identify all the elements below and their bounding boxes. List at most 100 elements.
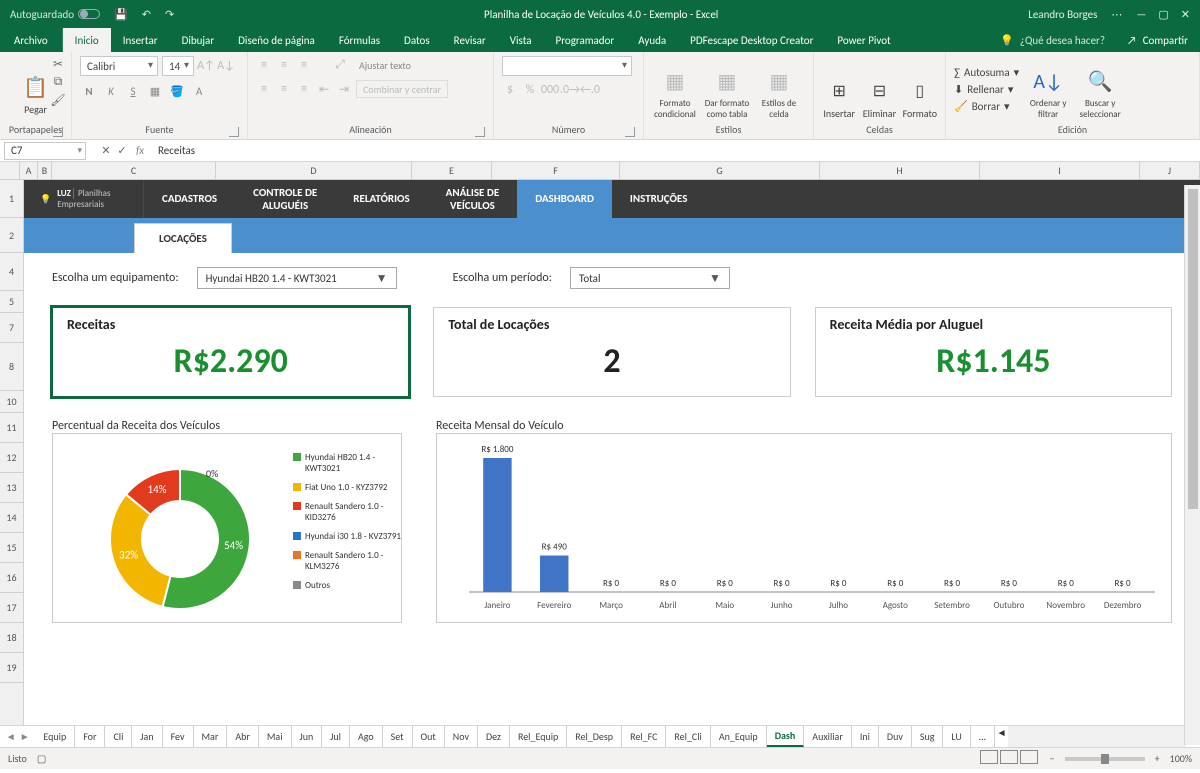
cancel-formula-icon[interactable]: ✕ <box>98 143 114 159</box>
dialog-launcher-icon[interactable] <box>229 127 239 137</box>
tab-vista[interactable]: Vista <box>498 28 544 52</box>
formula-value[interactable]: Receitas <box>150 144 195 157</box>
sheet-tab[interactable]: Rel_Cli <box>666 726 710 747</box>
sheet-tab[interactable]: Ago <box>350 726 383 747</box>
autosave-toggle[interactable]: Autoguardado <box>10 8 100 21</box>
align-middle-icon[interactable]: ≡ <box>276 57 292 73</box>
share-button[interactable]: ↗ Compartir <box>1115 28 1200 52</box>
dialog-launcher-icon[interactable] <box>625 127 635 137</box>
sheet-tab[interactable]: Auxiliar <box>804 726 852 747</box>
name-box[interactable]: C7 <box>4 142 86 160</box>
nav-cadastros[interactable]: CADASTROS <box>144 180 235 218</box>
align-left-icon[interactable]: ≡ <box>256 81 272 97</box>
zoom-level[interactable]: 100% <box>1170 752 1192 765</box>
format-cells-button[interactable]: ▯Formato <box>903 60 937 120</box>
sheet-tab[interactable]: Jan <box>132 726 162 747</box>
fill-color-icon[interactable]: 🪣 <box>168 82 186 100</box>
nav-analise[interactable]: ANÁLISE DEVEÍCULOS <box>428 180 518 218</box>
shrink-font-icon[interactable]: A↓ <box>218 58 234 74</box>
sheet-tab[interactable]: Nov <box>445 726 478 747</box>
sheet-tab[interactable]: Fev <box>163 726 194 747</box>
tab-pdfescape[interactable]: PDFescape Desktop Creator <box>678 28 825 52</box>
sheet-tab[interactable]: Cli <box>105 726 132 747</box>
font-size-combo[interactable]: 14 <box>162 56 194 76</box>
ribbon-options-icon[interactable]: ⋯ <box>1111 8 1122 21</box>
sheet-tabs[interactable]: ◄► EquipForCliJanFevMarAbrMaiJunJulAgoSe… <box>0 725 1200 747</box>
tab-more-icon[interactable]: … <box>971 726 994 747</box>
user-name[interactable]: Leandro Borges <box>1028 8 1097 21</box>
font-color-icon[interactable]: A <box>190 82 208 100</box>
cut-icon[interactable]: ✂ <box>50 56 66 72</box>
tab-diseno[interactable]: Diseño de página <box>226 28 327 52</box>
dialog-launcher-icon[interactable] <box>53 127 63 137</box>
sheet-tab[interactable]: Jul <box>322 726 350 747</box>
sort-filter-button[interactable]: A↓Ordenar y filtrar <box>1025 60 1071 120</box>
tab-datos[interactable]: Datos <box>392 28 442 52</box>
zoom-in-icon[interactable]: + <box>1155 752 1160 765</box>
macro-record-icon[interactable]: ▢ <box>37 752 46 765</box>
row-headers[interactable]: 12457810111213141516171819 <box>0 180 24 725</box>
insert-cells-button[interactable]: ⊞Insertar <box>822 60 856 120</box>
zoom-slider[interactable] <box>1065 757 1145 761</box>
grow-font-icon[interactable]: A↑ <box>198 58 214 74</box>
tab-inicio[interactable]: Inicio <box>63 28 111 52</box>
worksheet[interactable]: 💡LUZ Planilhas Empresariais CADASTROS CO… <box>24 180 1200 725</box>
fill-button[interactable]: ⬇ Rellenar ▾ <box>954 83 1019 96</box>
sheet-tab[interactable]: An_Equip <box>711 726 767 747</box>
sheet-tab[interactable]: Duv <box>879 726 912 747</box>
kpi-receita-media[interactable]: Receita Média por Aluguel R$1.145 <box>815 307 1172 397</box>
sheet-tab[interactable]: Mai <box>259 726 292 747</box>
subtab-locacoes[interactable]: LOCAÇÕES <box>134 223 232 253</box>
align-right-icon[interactable]: ≡ <box>296 81 312 97</box>
border-icon[interactable]: ▦ <box>146 82 164 100</box>
sheet-tab[interactable]: Set <box>383 726 413 747</box>
nav-controle[interactable]: CONTROLE DEALUGUÉIS <box>235 180 335 218</box>
tab-dibujar[interactable]: Dibujar <box>170 28 227 52</box>
accounting-icon[interactable]: $ <box>502 82 518 98</box>
column-headers[interactable]: ABCDEFGHIJ <box>0 162 1200 180</box>
tab-revisar[interactable]: Revisar <box>442 28 498 52</box>
autosum-button[interactable]: ∑ Autosuma ▾ <box>954 66 1019 79</box>
sheet-tab[interactable]: Rel_Equip <box>510 726 567 747</box>
confirm-formula-icon[interactable]: ✓ <box>114 143 130 159</box>
dialog-launcher-icon[interactable] <box>475 127 485 137</box>
sheet-tab[interactable]: Ini <box>852 726 879 747</box>
kpi-total-locacoes[interactable]: Total de Locações 2 <box>433 307 790 397</box>
sheet-tab[interactable]: Rel_Desp <box>567 726 622 747</box>
font-name-combo[interactable]: Calibri <box>80 56 158 76</box>
italic-button[interactable]: K <box>102 82 120 100</box>
cell-styles-button[interactable]: ▦Estilos de celda <box>756 60 802 120</box>
number-format-combo[interactable] <box>502 56 632 76</box>
wrap-text-button[interactable]: Ajustar texto <box>352 56 418 74</box>
hscroll-left-icon[interactable]: ◄ <box>994 726 1009 747</box>
view-buttons[interactable] <box>980 750 1040 767</box>
decrease-decimal-icon[interactable]: ←.0 <box>582 82 598 98</box>
bold-button[interactable]: N <box>80 82 98 100</box>
sheet-tab[interactable]: Sug <box>912 726 944 747</box>
period-picker[interactable]: Total▼ <box>570 267 730 289</box>
sheet-tab[interactable]: For <box>75 726 105 747</box>
save-icon[interactable]: 💾 <box>114 8 128 21</box>
nav-instrucoes[interactable]: INSTRUÇÕES <box>612 180 705 218</box>
clear-button[interactable]: 🧹 Borrar ▾ <box>954 100 1019 113</box>
tab-programador[interactable]: Programador <box>544 28 627 52</box>
minimize-icon[interactable]: — <box>1136 8 1146 21</box>
vertical-scrollbar[interactable] <box>1184 185 1200 745</box>
sheet-tab[interactable]: Jun <box>292 726 323 747</box>
sheet-tab[interactable]: Abr <box>227 726 259 747</box>
copy-icon[interactable]: ⧉ <box>50 74 66 90</box>
close-icon[interactable]: ✕ <box>1181 8 1190 21</box>
tab-nav-next-icon[interactable]: ► <box>20 730 30 743</box>
conditional-format-button[interactable]: ▦Formato condicional <box>652 60 698 120</box>
increase-indent-icon[interactable]: ⇥ <box>336 81 352 97</box>
format-painter-icon[interactable]: 🖌 <box>50 92 66 108</box>
sheet-tab[interactable]: Rel_FC <box>622 726 666 747</box>
equip-picker[interactable]: Hyundai HB20 1.4 - KWT3021▼ <box>197 267 397 289</box>
tell-me[interactable]: 💡 ¿Qué desea hacer? <box>990 28 1115 52</box>
fx-icon[interactable]: fx <box>130 144 150 157</box>
align-bottom-icon[interactable]: ≡ <box>296 57 312 73</box>
underline-button[interactable]: S <box>124 82 142 100</box>
nav-dashboard[interactable]: DASHBOARD <box>517 180 612 218</box>
redo-icon[interactable]: ↷ <box>165 8 174 21</box>
undo-icon[interactable]: ↶ <box>142 8 151 21</box>
